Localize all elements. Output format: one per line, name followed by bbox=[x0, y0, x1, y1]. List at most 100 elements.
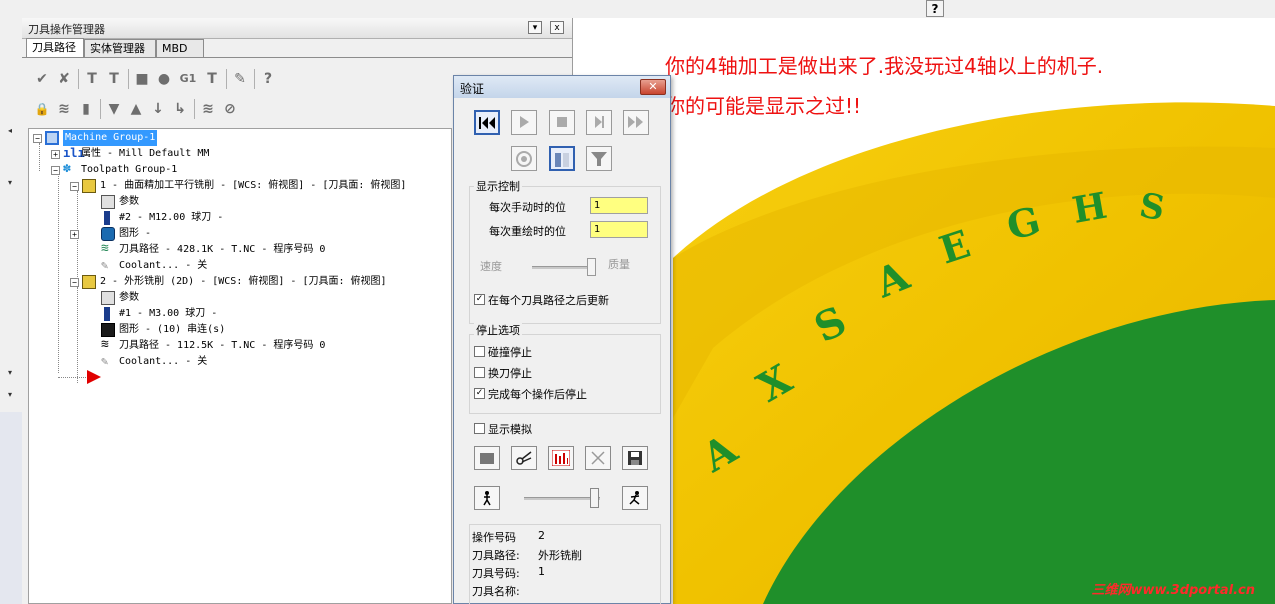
panel-title-bar: 刀具操作管理器 ▾ x bbox=[22, 18, 572, 39]
filter-icon bbox=[591, 152, 607, 166]
coolant-icon: ✎ bbox=[101, 354, 109, 368]
toggle-display-icon[interactable]: ≋ bbox=[54, 100, 74, 118]
stop-icon bbox=[557, 117, 567, 127]
expand-arrow-icon[interactable]: ▾ bbox=[8, 178, 12, 187]
insert-arrow-icon[interactable]: ↓ bbox=[148, 100, 168, 118]
expand-arrow-icon[interactable]: ▾ bbox=[8, 368, 12, 377]
geometry-icon bbox=[101, 227, 115, 241]
display-control-label: 显示控制 bbox=[474, 178, 522, 194]
graphics-viewport[interactable]: A X S A E G H S 你的4轴加工是做出来了.我没玩过4轴以上的机子.… bbox=[573, 18, 1275, 604]
collapse-icon[interactable]: − bbox=[70, 278, 79, 287]
trim-button[interactable] bbox=[511, 446, 537, 470]
panel-close-button[interactable]: x bbox=[550, 21, 564, 34]
regenerate-dirty-icon[interactable]: T bbox=[104, 70, 124, 88]
tab-mbd[interactable]: MBD bbox=[156, 39, 204, 57]
op-number-value: 2 bbox=[538, 529, 545, 542]
stop-collision-label: 碰撞停止 bbox=[488, 346, 532, 359]
stop-collision-checkbox[interactable] bbox=[474, 346, 485, 357]
walk-icon bbox=[483, 491, 491, 506]
expand-icon[interactable]: + bbox=[51, 150, 60, 159]
stop-each-op-checkbox[interactable]: ✓ bbox=[474, 388, 485, 399]
fast-button[interactable] bbox=[622, 486, 648, 510]
sim-speed-thumb[interactable] bbox=[590, 488, 599, 508]
stock-display-button[interactable] bbox=[549, 146, 575, 171]
edit-icon[interactable]: ✎ bbox=[230, 70, 250, 88]
verify-dialog: 验证 ✕ 显示控制 每次手动时的位 1 每次重绘时的位 1 速度 质量 ✓ 在每… bbox=[453, 75, 671, 604]
play-button[interactable] bbox=[511, 110, 537, 135]
toolpath-group-label: Toolpath Group-1 bbox=[81, 164, 178, 175]
verify-close-button[interactable]: ✕ bbox=[640, 79, 666, 95]
folder-icon bbox=[101, 195, 115, 209]
select-dirty-ops-icon[interactable]: ✘ bbox=[54, 70, 74, 88]
move-down-icon[interactable]: ▼ bbox=[104, 100, 124, 118]
tool-name-label: 刀具名称: bbox=[472, 585, 520, 598]
verify-title: 验证 bbox=[460, 82, 485, 96]
op-1-title: 1 - 曲面精加工平行铣削 - [WCS: 俯视图] - [刀具面: 俯视图] bbox=[100, 180, 407, 191]
tab-solids-manager[interactable]: 实体管理器 bbox=[84, 39, 156, 57]
machine-group-icon bbox=[45, 131, 59, 145]
verify-icon[interactable]: ● bbox=[154, 70, 174, 88]
toggle-post-icon[interactable]: ▮ bbox=[76, 100, 96, 118]
ball-mill-icon bbox=[104, 307, 110, 321]
stop-toolchange-checkbox[interactable] bbox=[474, 367, 485, 378]
post-selected-icon[interactable]: G1 bbox=[178, 70, 198, 88]
insert-arrow-icon bbox=[87, 370, 101, 384]
rewind-button[interactable] bbox=[474, 110, 500, 135]
verify-title-bar[interactable]: 验证 ✕ bbox=[454, 76, 670, 98]
lock-icon[interactable]: 🔒 bbox=[32, 100, 52, 118]
manual-steps-label: 每次手动时的位 bbox=[489, 201, 566, 214]
toolpath-value: 外形铣削 bbox=[538, 549, 582, 562]
stock-block-icon bbox=[480, 453, 494, 464]
high-feed-icon[interactable]: T bbox=[202, 70, 222, 88]
select-all-ops-icon[interactable]: ✔ bbox=[32, 70, 52, 88]
help-icon[interactable]: ? bbox=[258, 70, 278, 88]
rewind-icon bbox=[479, 117, 495, 129]
expand-icon[interactable]: + bbox=[70, 230, 79, 239]
scroll-to-insert-icon[interactable]: ↳ bbox=[170, 100, 190, 118]
fast-forward-button[interactable] bbox=[623, 110, 649, 135]
step-forward-button[interactable] bbox=[586, 110, 612, 135]
display-options-icon[interactable]: ≋ bbox=[198, 100, 218, 118]
chart-button[interactable] bbox=[548, 446, 574, 470]
regenerate-selected-icon[interactable]: T bbox=[82, 70, 102, 88]
top-toolbar-strip bbox=[0, 0, 1275, 19]
save-button[interactable] bbox=[622, 446, 648, 470]
speed-quality-slider-track[interactable] bbox=[532, 266, 594, 269]
help-button[interactable]: ? bbox=[926, 0, 944, 17]
operation-folder-icon bbox=[82, 275, 96, 289]
collapse-icon[interactable]: − bbox=[33, 134, 42, 143]
tool-display-button[interactable] bbox=[511, 146, 537, 171]
show-simulation-checkbox[interactable] bbox=[474, 423, 485, 434]
machine-group-label: Machine Group-1 bbox=[63, 130, 158, 146]
fast-forward-icon bbox=[628, 116, 643, 128]
stop-button[interactable] bbox=[549, 110, 575, 135]
folder-icon bbox=[101, 291, 115, 305]
collapse-icon[interactable]: − bbox=[70, 182, 79, 191]
collapse-arrow-icon[interactable]: ◂ bbox=[8, 126, 12, 135]
expand-arrow-icon[interactable]: ▾ bbox=[8, 390, 12, 399]
toolbar-row-2: 🔒 ≋ ▮ ▼ ▲ ↓ ↳ ≋ ⊘ bbox=[32, 96, 322, 122]
redraw-steps-label: 每次重绘时的位 bbox=[489, 225, 566, 238]
tool-number-label: 刀具号码: bbox=[472, 567, 520, 580]
manual-steps-input[interactable]: 1 bbox=[590, 197, 648, 214]
slow-button[interactable] bbox=[474, 486, 500, 510]
chain-geometry-icon bbox=[101, 323, 115, 337]
move-up-icon[interactable]: ▲ bbox=[126, 100, 146, 118]
tab-toolpaths[interactable]: 刀具路径 bbox=[26, 38, 84, 58]
tool-check-button[interactable] bbox=[585, 446, 611, 470]
speed-quality-slider-thumb[interactable] bbox=[587, 258, 596, 276]
stop-toolchange-label: 换刀停止 bbox=[488, 367, 532, 380]
collapse-icon[interactable]: − bbox=[51, 166, 60, 175]
backplot-icon[interactable]: ■ bbox=[132, 70, 152, 88]
toolpath-icon: ≋ bbox=[101, 241, 109, 256]
panel-title: 刀具操作管理器 bbox=[28, 23, 105, 36]
toolpath-icon: ≋ bbox=[101, 337, 109, 352]
panel-menu-button[interactable]: ▾ bbox=[528, 21, 542, 34]
redraw-steps-input[interactable]: 1 bbox=[590, 221, 648, 238]
update-after-each-checkbox[interactable]: ✓ bbox=[474, 294, 485, 305]
filter-button[interactable] bbox=[586, 146, 612, 171]
sim-speed-track[interactable] bbox=[524, 497, 600, 500]
stock-button[interactable] bbox=[474, 446, 500, 470]
hide-icon[interactable]: ⊘ bbox=[220, 100, 240, 118]
quality-label: 质量 bbox=[608, 258, 630, 271]
